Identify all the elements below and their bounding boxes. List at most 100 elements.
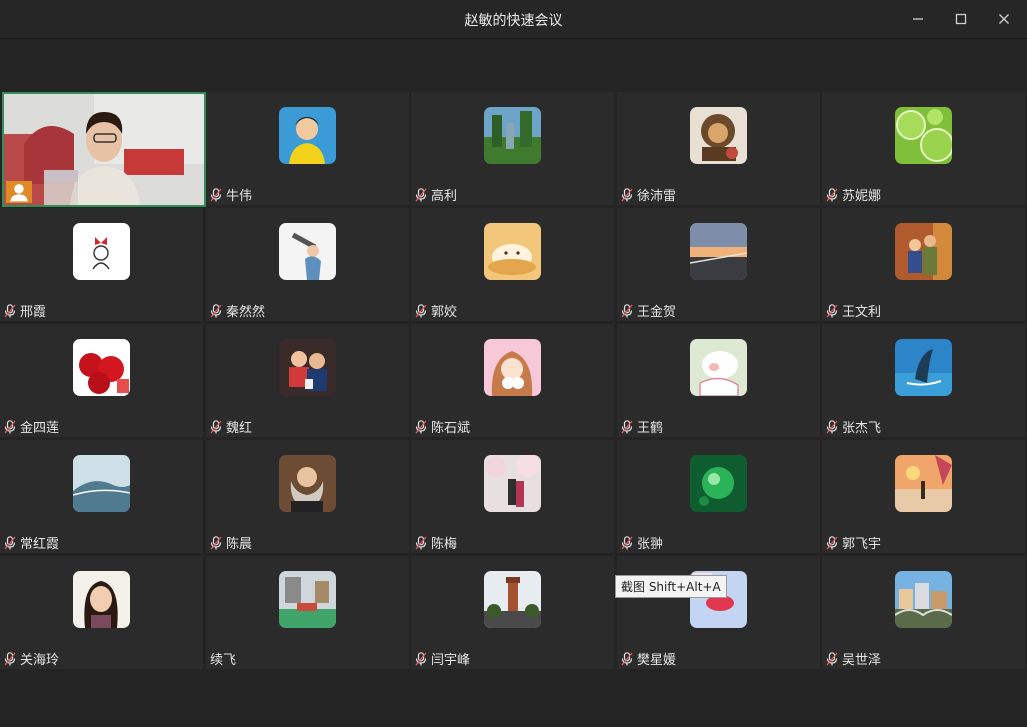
anime-girl-avatar xyxy=(484,339,541,396)
mic-muted-icon xyxy=(210,535,226,550)
participant-tile[interactable]: 金四莲 xyxy=(0,324,203,437)
participant-tile[interactable]: 邢霞 xyxy=(0,208,203,321)
participant-name-text: 常红霞 xyxy=(20,537,60,552)
mic-muted-icon xyxy=(826,303,842,318)
woman-portrait-avatar xyxy=(73,571,130,628)
participant-name-text: 郭姣 xyxy=(431,305,458,320)
participant-name: 金四莲 xyxy=(4,417,59,436)
minimize-icon xyxy=(912,13,924,25)
mic-muted-icon xyxy=(415,187,431,202)
participant-name: 陈晨 xyxy=(210,533,252,552)
participant-name: 王金贺 xyxy=(621,301,676,320)
mic-muted-icon xyxy=(826,187,842,202)
participant-tile[interactable]: 徐沛雷 xyxy=(617,92,820,205)
screenshot-tooltip: 截图 Shift+Alt+A xyxy=(615,575,727,598)
participant-name: 闫宇峰 xyxy=(415,649,470,668)
participant-name-text: 高利 xyxy=(431,189,458,204)
mic-muted-icon xyxy=(826,535,842,550)
participant-name: 秦然然 xyxy=(210,301,265,320)
participant-tile[interactable]: 牛伟 xyxy=(206,92,409,205)
cartoon-boy-avatar xyxy=(279,107,336,164)
sunset-figure-avatar xyxy=(895,455,952,512)
participant-tile[interactable]: 王鹤 xyxy=(617,324,820,437)
participant-tile[interactable]: 秦然然 xyxy=(206,208,409,321)
participant-tile[interactable]: 郭姣 xyxy=(411,208,614,321)
participant-tile[interactable]: 王文利 xyxy=(822,208,1025,321)
participant-tile[interactable]: 续飞 xyxy=(206,556,409,669)
participant-name: 徐沛雷 xyxy=(621,185,676,204)
participant-name: 王文利 xyxy=(826,301,881,320)
participant-tile[interactable]: 陈晨 xyxy=(206,440,409,553)
participant-tile[interactable]: 张翀 xyxy=(617,440,820,553)
maximize-icon xyxy=(955,13,967,25)
participant-name: 续飞 xyxy=(210,649,236,668)
participant-name-text: 牛伟 xyxy=(226,189,253,204)
green-bubble-avatar xyxy=(690,455,747,512)
participant-tile[interactable]: 关海玲 xyxy=(0,556,203,669)
participant-tile[interactable]: 常红霞 xyxy=(0,440,203,553)
participant-name: 郭飞宇 xyxy=(826,533,881,552)
participant-name-text: 张翀 xyxy=(637,537,664,552)
red-apples-avatar xyxy=(73,339,130,396)
participant-tile[interactable]: 吴世泽 xyxy=(822,556,1025,669)
participant-name: 牛伟 xyxy=(210,185,252,204)
mic-muted-icon xyxy=(4,651,20,666)
mic-muted-icon xyxy=(4,535,20,550)
maximize-button[interactable] xyxy=(950,8,972,30)
participant-tile[interactable]: 高利 xyxy=(411,92,614,205)
participant-tile[interactable]: 张杰飞 xyxy=(822,324,1025,437)
tower-avatar xyxy=(484,571,541,628)
self-video-tile[interactable] xyxy=(0,92,206,207)
participant-name-text: 秦然然 xyxy=(226,305,266,320)
lime-avatar xyxy=(895,107,952,164)
forest-avatar xyxy=(484,107,541,164)
mic-muted-icon xyxy=(210,303,226,318)
participant-tile[interactable]: 王金贺 xyxy=(617,208,820,321)
playground-avatar xyxy=(279,571,336,628)
window-title: 赵敏的快速会议 xyxy=(464,13,563,29)
participant-name-text: 陈梅 xyxy=(431,537,458,552)
participant-tile[interactable]: 郭飞宇 xyxy=(822,440,1025,553)
participant-name-text: 陈晨 xyxy=(226,537,253,552)
mic-muted-icon xyxy=(621,651,637,666)
participant-name: 苏妮娜 xyxy=(826,185,881,204)
participant-tile[interactable]: 陈石斌 xyxy=(411,324,614,437)
participant-tile[interactable]: 苏妮娜 xyxy=(822,92,1025,205)
close-button[interactable] xyxy=(993,8,1015,30)
ribbon-girl-avatar xyxy=(73,223,130,280)
participant-name: 魏红 xyxy=(210,417,252,436)
participant-name: 常红霞 xyxy=(4,533,59,552)
dolphin-avatar xyxy=(895,339,952,396)
participant-name: 陈梅 xyxy=(415,533,457,552)
participant-name-text: 王金贺 xyxy=(637,305,677,320)
mic-muted-icon xyxy=(415,303,431,318)
mic-muted-icon xyxy=(210,419,226,434)
participant-tile[interactable]: 闫宇峰 xyxy=(411,556,614,669)
participant-name: 张杰飞 xyxy=(826,417,881,436)
participant-name: 陈石斌 xyxy=(415,417,470,436)
participant-name-text: 金四莲 xyxy=(20,421,60,436)
participant-tile[interactable]: 魏红 xyxy=(206,324,409,437)
minimize-button[interactable] xyxy=(907,8,929,30)
mic-muted-icon xyxy=(415,535,431,550)
mic-muted-icon xyxy=(621,419,637,434)
participant-name-text: 魏红 xyxy=(226,421,253,436)
mic-muted-icon xyxy=(210,187,226,202)
participant-grid: 牛伟 高利 徐沛雷 苏妮娜邢霞 秦然然 郭姣 王金贺 王文利金四莲 魏红 陈石斌 王鹤 张杰飞常红霞 陈… xyxy=(0,92,1027,672)
marx-avatar xyxy=(279,455,336,512)
participant-name-text: 樊星媛 xyxy=(637,653,677,668)
participant-tile[interactable]: 陈梅 xyxy=(411,440,614,553)
participant-name: 高利 xyxy=(415,185,457,204)
participant-name-text: 吴世泽 xyxy=(842,653,882,668)
participant-name: 张翀 xyxy=(621,533,663,552)
participant-name-text: 续飞 xyxy=(210,653,237,668)
participant-name-text: 关海玲 xyxy=(20,653,60,668)
participant-name-text: 邢霞 xyxy=(20,305,47,320)
participant-name-text: 郭飞宇 xyxy=(842,537,882,552)
lion-avatar xyxy=(690,107,747,164)
mic-muted-icon xyxy=(415,651,431,666)
participant-tile[interactable]: 樊星媛 xyxy=(617,556,820,669)
wave-avatar xyxy=(73,455,130,512)
sketch-girl-avatar xyxy=(279,223,336,280)
participant-name-text: 王文利 xyxy=(842,305,882,320)
